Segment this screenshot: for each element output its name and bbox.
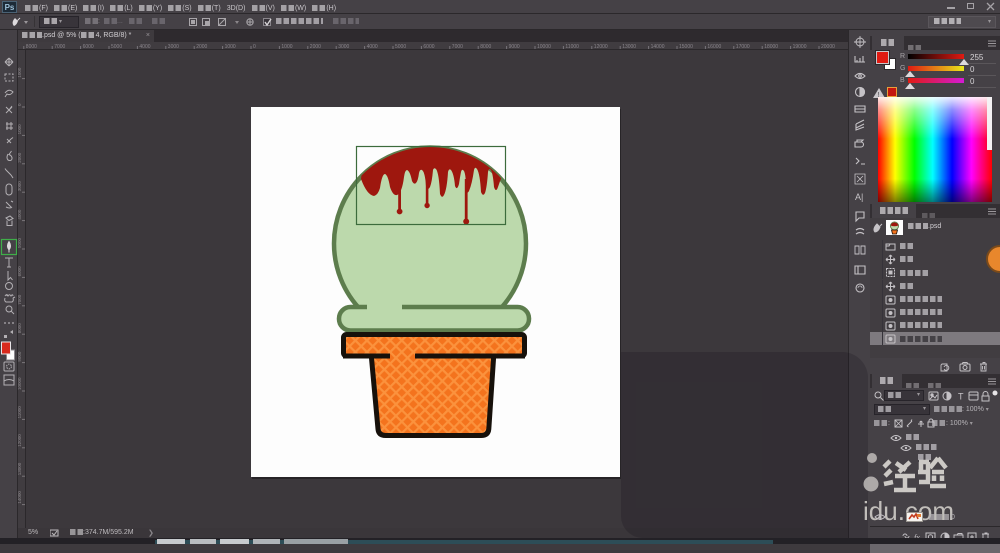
svg-text:5000: 5000 (18, 237, 22, 248)
svg-text:2000: 2000 (18, 152, 22, 163)
svg-text:A|: A| (855, 192, 863, 202)
svg-text:6000: 6000 (18, 266, 22, 277)
svg-text:10000: 10000 (18, 377, 22, 390)
svg-text:1000: 1000 (18, 67, 22, 78)
svg-text:7000: 7000 (18, 294, 22, 305)
svg-text:11000: 11000 (18, 406, 22, 419)
svg-text:14000: 14000 (18, 491, 22, 504)
svg-text:3000: 3000 (18, 181, 22, 192)
svg-text:1000: 1000 (18, 124, 22, 135)
svg-text:4000: 4000 (18, 209, 22, 220)
svg-text:9000: 9000 (18, 351, 22, 362)
svg-text:8000: 8000 (18, 323, 22, 334)
svg-text:13000: 13000 (18, 462, 22, 475)
svg-text:0: 0 (18, 103, 22, 106)
svg-text:12000: 12000 (18, 434, 22, 447)
svg-text:T: T (958, 392, 964, 402)
